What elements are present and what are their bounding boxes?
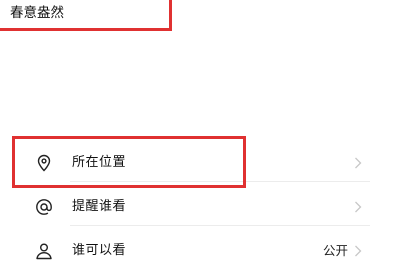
at-sign-icon [36,199,52,215]
menu-item-label: 谁可以看 [72,243,127,258]
visibility-value: 公开 [322,243,348,258]
post-text[interactable]: 春意盎然 [10,4,64,22]
location-pin-icon [37,154,51,172]
menu-item-visibility[interactable]: 谁可以看 公开 [0,232,400,270]
divider [70,225,370,226]
menu-item-label: 所在位置 [72,155,127,170]
chevron-right-icon [355,157,362,169]
chevron-right-icon [355,201,362,213]
menu-item-label: 提醒谁看 [72,199,127,214]
menu-item-location[interactable]: 所在位置 [0,144,400,182]
post-text-area[interactable]: 春意盎然 [0,0,400,132]
chevron-right-icon [355,245,362,257]
menu-item-remind[interactable]: 提醒谁看 [0,188,400,226]
divider [70,181,370,182]
person-icon [36,243,52,260]
